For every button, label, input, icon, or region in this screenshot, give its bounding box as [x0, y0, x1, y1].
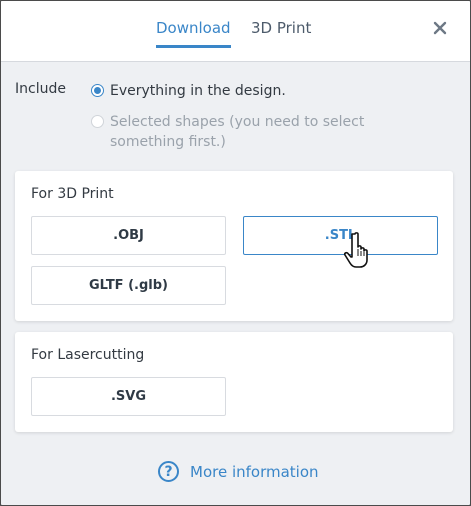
- card-lasercutting-title: For Lasercutting: [31, 347, 145, 363]
- card-3d-print: For 3D Print .OBJ .STL GLTF (.glb): [15, 171, 453, 321]
- hand-pointer-icon: [341, 230, 379, 270]
- question-circle-icon: ?: [158, 461, 179, 482]
- dialog-header: Download 3D Print: [1, 1, 470, 62]
- tab-3d-print[interactable]: 3D Print: [251, 19, 311, 45]
- tab-download[interactable]: Download: [156, 19, 231, 48]
- gltf-button[interactable]: GLTF (.glb): [31, 266, 226, 305]
- card-3d-print-title: For 3D Print: [31, 186, 114, 202]
- radio-button-checked[interactable]: [91, 84, 104, 97]
- close-icon[interactable]: [432, 20, 448, 36]
- card-lasercutting: For Lasercutting .SVG: [15, 332, 453, 432]
- radio-button-disabled: [91, 115, 104, 128]
- more-information-link[interactable]: ? More information: [158, 461, 319, 482]
- obj-button[interactable]: .OBJ: [31, 216, 226, 255]
- more-information-label: More information: [190, 462, 319, 481]
- download-dialog: Download 3D Print Include Everything in …: [0, 0, 471, 506]
- radio-selected-shapes-label: Selected shapes (you need to select some…: [110, 114, 365, 150]
- svg-button[interactable]: .SVG: [31, 377, 226, 416]
- radio-selected-shapes: Selected shapes (you need to select some…: [91, 112, 370, 152]
- include-label: Include: [15, 81, 66, 97]
- radio-everything[interactable]: Everything in the design.: [91, 81, 286, 101]
- radio-everything-label: Everything in the design.: [110, 83, 286, 99]
